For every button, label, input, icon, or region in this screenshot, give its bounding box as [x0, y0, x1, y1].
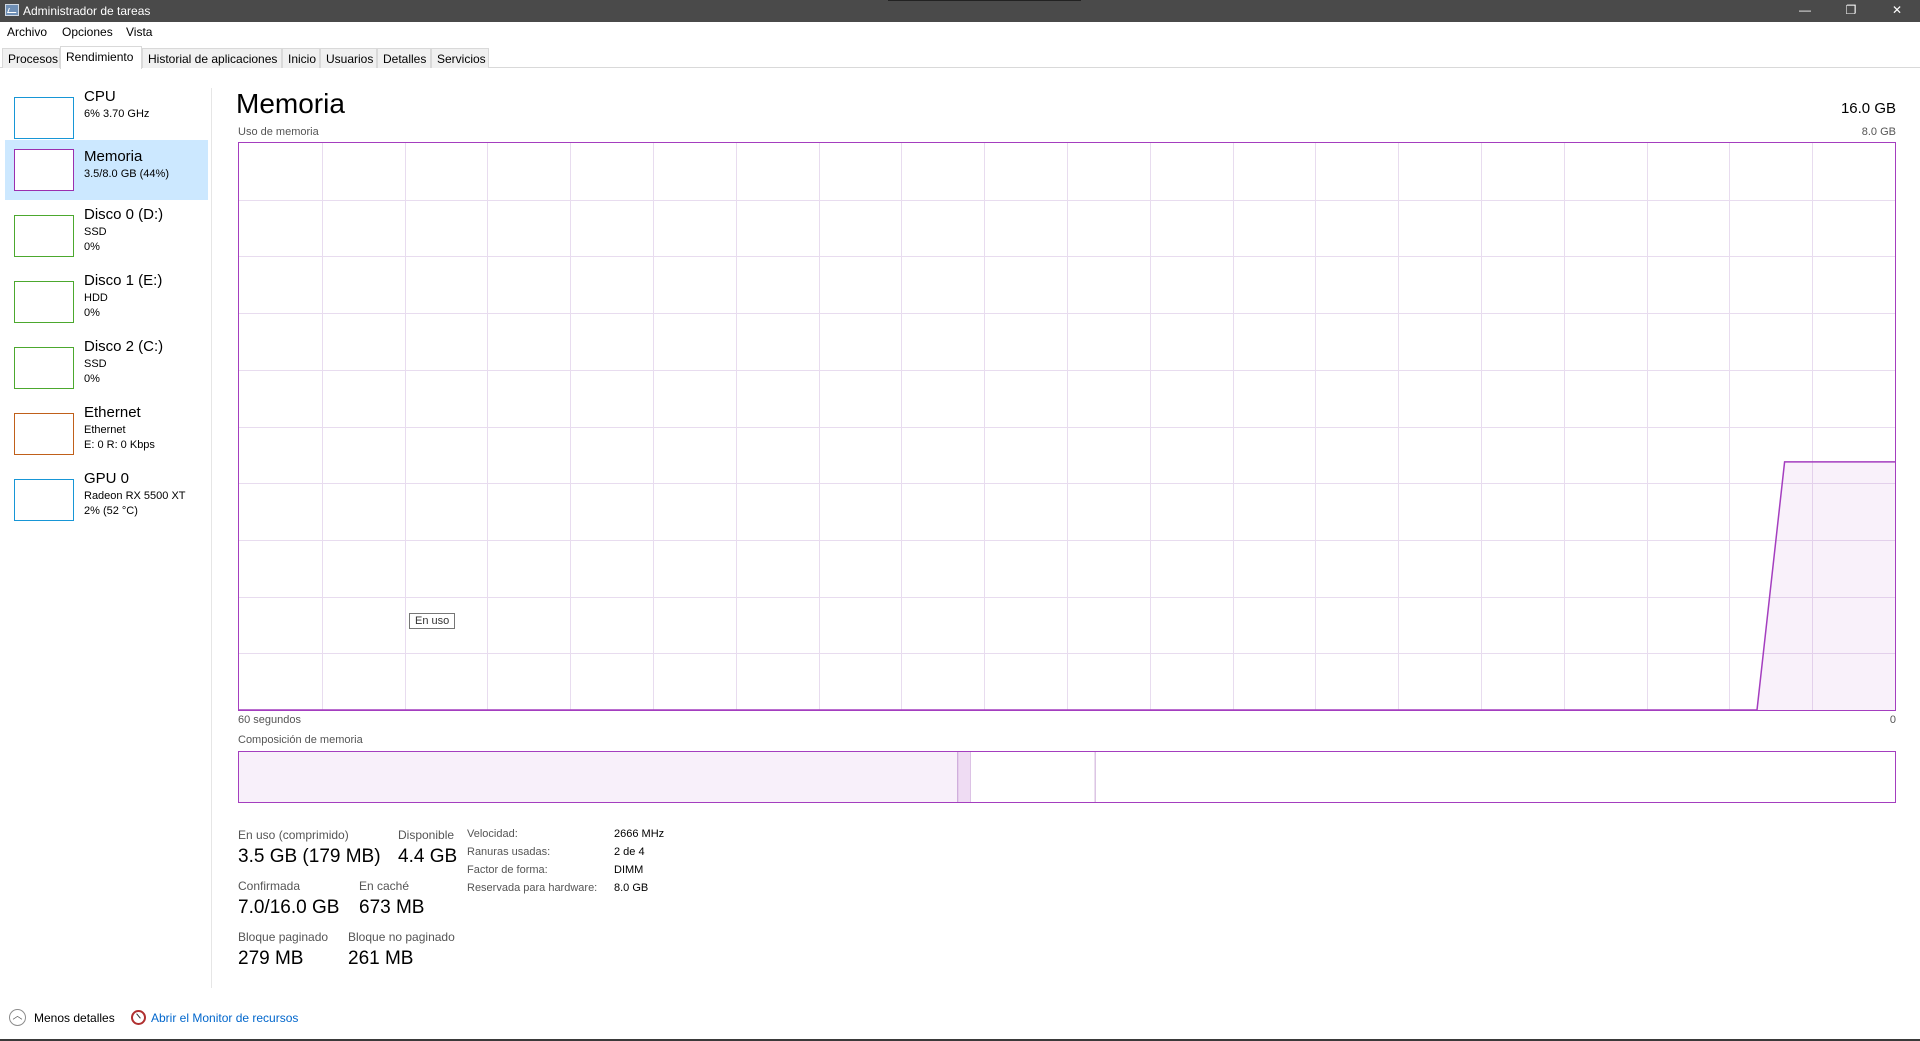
fewer-details-button[interactable]: Menos detalles — [34, 1011, 115, 1025]
disk-thumbnail — [14, 215, 74, 257]
composition-standby — [970, 752, 1096, 802]
graph-max-label: 8.0 GB — [1861, 126, 1896, 138]
speed-label: Velocidad: — [467, 828, 518, 840]
memory-usage-chart — [239, 143, 1895, 710]
disk-thumbnail — [14, 347, 74, 389]
chevron-up-icon[interactable]: ︿ — [9, 1009, 26, 1026]
composition-title: Composición de memoria — [238, 734, 363, 746]
resource-monitor-icon — [131, 1010, 146, 1025]
memory-usage-graph — [238, 142, 1896, 711]
graph-time-axis-start: 60 segundos — [238, 714, 301, 726]
sidebar-item-label: CPU — [84, 88, 116, 105]
slots-label: Ranuras usadas: — [467, 846, 551, 858]
sidebar-item-label: Disco 1 (E:) — [84, 272, 163, 289]
slots-value: 2 de 4 — [614, 846, 645, 858]
sidebar-item-detail: 3.5/8.0 GB (44%) — [84, 168, 169, 180]
memory-composition-bar — [238, 751, 1896, 803]
sidebar-item-memoria[interactable]: Memoria 3.5/8.0 GB (44%) — [5, 140, 208, 200]
title-bar-drag-region — [888, 0, 1081, 1]
paged-pool-label: Bloque paginado — [238, 930, 329, 944]
sidebar-item-label: GPU 0 — [84, 470, 130, 487]
page-title: Memoria — [236, 88, 345, 119]
title-bar: Administrador de tareas — ❐ ✕ — [0, 0, 1920, 22]
sidebar-item-detail: 6% 3.70 GHz — [84, 108, 150, 120]
sidebar-item-disco-1[interactable]: Disco 1 (E:) HDD 0% — [5, 272, 208, 332]
memory-thumbnail — [14, 149, 74, 191]
sidebar-item-detail: SSD — [84, 358, 107, 370]
cpu-thumbnail — [14, 97, 74, 139]
sidebar-item-label: Ethernet — [84, 404, 141, 421]
menu-opciones[interactable]: Opciones — [62, 25, 113, 39]
restore-button[interactable]: ❐ — [1828, 0, 1874, 22]
sidebar-item-detail: 0% — [84, 241, 100, 253]
sidebar-item-detail: Ethernet — [84, 424, 126, 436]
composition-modified — [957, 752, 971, 802]
tab-servicios[interactable]: Servicios — [431, 48, 489, 68]
disk-thumbnail — [14, 281, 74, 323]
tab-usuarios[interactable]: Usuarios — [320, 48, 377, 68]
tab-bar: Procesos Rendimiento Historial de aplica… — [0, 46, 1920, 69]
sidebar-item-detail: HDD — [84, 292, 108, 304]
memory-composition-chart — [239, 752, 1096, 802]
sidebar-item-detail: 0% — [84, 307, 100, 319]
tab-rendimiento[interactable]: Rendimiento — [60, 46, 142, 69]
memory-total: 16.0 GB — [1840, 100, 1896, 117]
task-manager-icon — [5, 4, 19, 16]
available-label: Disponible — [398, 828, 455, 842]
cached-value: 673 MB — [359, 897, 425, 918]
open-resource-monitor-link[interactable]: Abrir el Monitor de recursos — [151, 1011, 298, 1025]
paged-pool-value: 279 MB — [238, 948, 304, 969]
sidebar-item-ethernet[interactable]: Ethernet Ethernet E: 0 R: 0 Kbps — [5, 404, 208, 464]
sidebar-item-disco-0[interactable]: Disco 0 (D:) SSD 0% — [5, 206, 208, 266]
sidebar-item-label: Disco 0 (D:) — [84, 206, 164, 223]
sidebar-item-disco-2[interactable]: Disco 2 (C:) SSD 0% — [5, 338, 208, 398]
graph-time-axis-end: 0 — [1889, 714, 1896, 726]
graph-tooltip: En uso — [409, 613, 456, 629]
hardware-reserved-value: 8.0 GB — [614, 882, 649, 894]
close-button[interactable]: ✕ — [1874, 0, 1920, 22]
sidebar-item-detail: Radeon RX 5500 XT — [84, 490, 186, 502]
graph-title: Uso de memoria — [238, 126, 319, 138]
available-value: 4.4 GB — [398, 846, 458, 867]
tab-inicio[interactable]: Inicio — [282, 48, 320, 68]
form-factor-value: DIMM — [614, 864, 644, 876]
speed-value: 2666 MHz — [614, 828, 665, 840]
menu-vista[interactable]: Vista — [126, 25, 152, 39]
minimize-button[interactable]: — — [1782, 0, 1828, 22]
menu-bar: Archivo Opciones Vista — [0, 22, 1920, 42]
composition-in-use — [239, 752, 958, 802]
sidebar-item-detail: 0% — [84, 373, 100, 385]
sidebar-item-label: Disco 2 (C:) — [84, 338, 164, 355]
sidebar-item-detail: 2% (52 °C) — [84, 505, 138, 517]
sidebar-item-cpu[interactable]: CPU 6% 3.70 GHz — [5, 88, 208, 148]
tab-procesos[interactable]: Procesos — [2, 48, 60, 68]
resource-sidebar: CPU 6% 3.70 GHz Memoria 3.5/8.0 GB (44%)… — [0, 88, 212, 988]
menu-archivo[interactable]: Archivo — [7, 25, 47, 39]
cached-label: En caché — [359, 879, 410, 893]
committed-value: 7.0/16.0 GB — [238, 897, 340, 918]
form-factor-label: Factor de forma: — [467, 864, 548, 876]
sidebar-item-gpu-0[interactable]: GPU 0 Radeon RX 5500 XT 2% (52 °C) — [5, 470, 208, 530]
committed-label: Confirmada — [238, 879, 301, 893]
nonpaged-pool-label: Bloque no paginado — [348, 930, 455, 944]
hardware-reserved-label: Reservada para hardware: — [467, 882, 598, 894]
window-title: Administrador de tareas — [23, 4, 151, 18]
footer: ︿ Menos detalles Abrir el Monitor de rec… — [0, 1003, 1920, 1041]
sidebar-item-detail: E: 0 R: 0 Kbps — [84, 439, 155, 451]
nonpaged-pool-value: 261 MB — [348, 948, 414, 969]
tab-historial[interactable]: Historial de aplicaciones — [142, 48, 282, 68]
sidebar-item-label: Memoria — [84, 148, 143, 165]
in-use-label: En uso (comprimido) — [238, 828, 349, 842]
in-use-value: 3.5 GB (179 MB) — [238, 846, 381, 867]
gpu-thumbnail — [14, 479, 74, 521]
sidebar-item-detail: SSD — [84, 226, 107, 238]
tab-detalles[interactable]: Detalles — [377, 48, 431, 68]
ethernet-thumbnail — [14, 413, 74, 455]
